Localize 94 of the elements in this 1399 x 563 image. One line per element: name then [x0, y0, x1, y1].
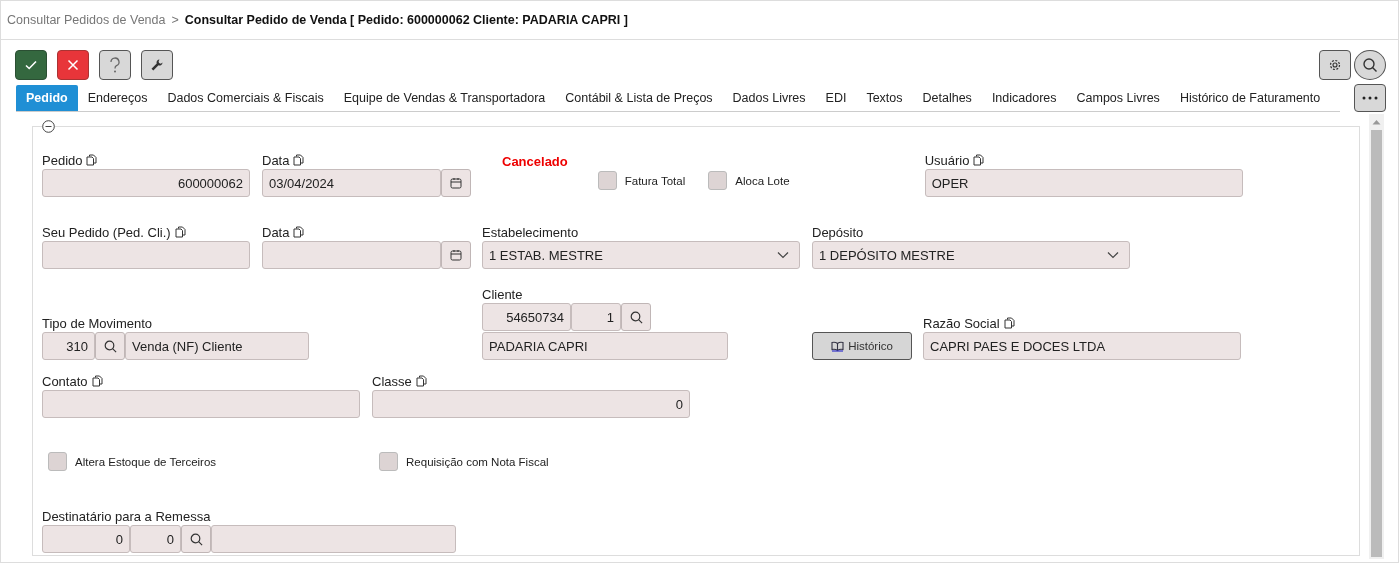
copy-icon[interactable]: [293, 226, 305, 238]
checkbox-label: Aloca Lote: [735, 174, 790, 187]
code-field[interactable]: 0: [42, 525, 130, 553]
field-label: Data: [262, 224, 290, 240]
status-text: Cancelado: [502, 154, 568, 169]
tools-button[interactable]: [141, 50, 173, 80]
field-label: Pedido: [42, 152, 83, 168]
search-icon: [103, 339, 117, 353]
chevron-down-icon: [1107, 251, 1119, 259]
input-field[interactable]: 600000062: [42, 169, 250, 197]
search-icon: [629, 310, 643, 324]
checkbox[interactable]: [597, 171, 617, 190]
field-label: Classe: [372, 373, 412, 389]
tab[interactable]: Textos: [856, 85, 913, 111]
settings-icon: [1328, 58, 1342, 72]
code-field[interactable]: 54650734: [482, 303, 571, 331]
field-label: Seu Pedido (Ped. Cli.): [42, 224, 171, 240]
tab[interactable]: Dados Livres: [722, 85, 816, 111]
confirm-button[interactable]: [15, 50, 47, 80]
field-label: Tipo de Movimento: [42, 315, 153, 331]
date-field[interactable]: [262, 241, 441, 269]
calendar-button[interactable]: [441, 241, 471, 269]
help-button[interactable]: [99, 50, 131, 80]
tab[interactable]: Indicadores: [981, 85, 1067, 111]
copy-icon[interactable]: [973, 154, 985, 166]
search-button[interactable]: [181, 525, 211, 553]
calendar-button[interactable]: [441, 169, 471, 197]
search-icon: [1362, 57, 1378, 73]
copy-icon[interactable]: [91, 375, 103, 387]
copy-icon[interactable]: [415, 375, 427, 387]
tab[interactable]: Campos Livres: [1066, 85, 1170, 111]
field-label: Contato: [42, 373, 88, 389]
settings-button[interactable]: [1319, 50, 1351, 80]
close-icon: [67, 59, 79, 71]
search-button[interactable]: [621, 303, 651, 331]
field-label: Cliente: [482, 286, 523, 302]
more-icon: [1362, 96, 1378, 100]
branch-field[interactable]: 1: [571, 303, 621, 331]
tab[interactable]: Contábil & Lista de Preços: [555, 85, 723, 111]
breadcrumb-link[interactable]: Consultar Pedidos de Venda: [7, 13, 166, 27]
date-field[interactable]: 03/04/2024: [262, 169, 441, 197]
input-field[interactable]: [42, 241, 250, 269]
copy-icon[interactable]: [1003, 317, 1015, 329]
tab[interactable]: Pedido: [16, 85, 78, 111]
scrollbar-thumb[interactable]: [1371, 130, 1382, 557]
breadcrumb-separator: >: [171, 13, 179, 27]
input-field[interactable]: [42, 390, 360, 418]
checkbox[interactable]: [379, 452, 399, 471]
check-icon: [24, 58, 38, 72]
history-button[interactable]: Histórico: [812, 332, 912, 360]
input-field[interactable]: PADARIA CAPRI: [482, 332, 728, 360]
tab[interactable]: EDI: [815, 85, 857, 111]
tab[interactable]: Endereços: [77, 85, 158, 111]
description-field[interactable]: Venda (NF) Cliente: [125, 332, 309, 360]
question-mark-icon: [109, 56, 121, 74]
more-tabs-button[interactable]: [1354, 84, 1386, 112]
checkbox[interactable]: [48, 452, 67, 471]
search-button[interactable]: [1354, 50, 1386, 80]
tab[interactable]: Equipe de Vendas & Transportadora: [333, 85, 556, 111]
calendar-icon: [450, 249, 462, 261]
branch-field[interactable]: 0: [130, 525, 181, 553]
checkbox-label: Fatura Total: [624, 174, 686, 187]
field-label: Destinatário para a Remessa: [42, 508, 211, 524]
checkbox-label: Requisição com Nota Fiscal: [406, 455, 549, 468]
book-icon: [831, 340, 845, 352]
cancel-button[interactable]: [57, 50, 89, 80]
field-label: Usuário: [924, 152, 970, 168]
description-field[interactable]: [211, 525, 456, 553]
select-field[interactable]: 1 DEPÓSITO MESTRE: [812, 241, 1130, 269]
page-title: Consultar Pedido de Venda [ Pedido: 600000062 Cliente: PADARIA CAPRI ]: [184, 13, 628, 27]
copy-icon[interactable]: [174, 226, 186, 238]
wrench-icon: [150, 58, 164, 72]
tab[interactable]: Dados Comerciais & Fiscais: [157, 85, 334, 111]
input-field[interactable]: OPER: [924, 169, 1243, 197]
checkbox-label: Altera Estoque de Terceiros: [75, 455, 217, 468]
search-icon: [189, 532, 203, 546]
input-field[interactable]: 0: [372, 390, 690, 418]
copy-icon[interactable]: [86, 154, 98, 166]
field-label: Estabelecimento: [482, 224, 579, 240]
calendar-icon: [450, 177, 462, 189]
chevron-down-icon: [777, 251, 789, 259]
code-field[interactable]: 310: [42, 332, 95, 360]
scrollbar[interactable]: [1369, 114, 1384, 559]
select-field[interactable]: 1 ESTAB. MESTRE: [482, 241, 800, 269]
search-button[interactable]: [95, 332, 125, 360]
field-label: Data: [262, 152, 290, 168]
tab[interactable]: Detalhes: [912, 85, 982, 111]
checkbox[interactable]: [708, 171, 728, 190]
field-label: Depósito: [812, 224, 864, 240]
collapse-icon[interactable]: [42, 120, 55, 133]
field-label: Razão Social: [923, 315, 1000, 331]
tab[interactable]: Histórico de Faturamento: [1169, 85, 1331, 111]
input-field[interactable]: CAPRI PAES E DOCES LTDA: [923, 332, 1241, 360]
copy-icon[interactable]: [293, 154, 305, 166]
